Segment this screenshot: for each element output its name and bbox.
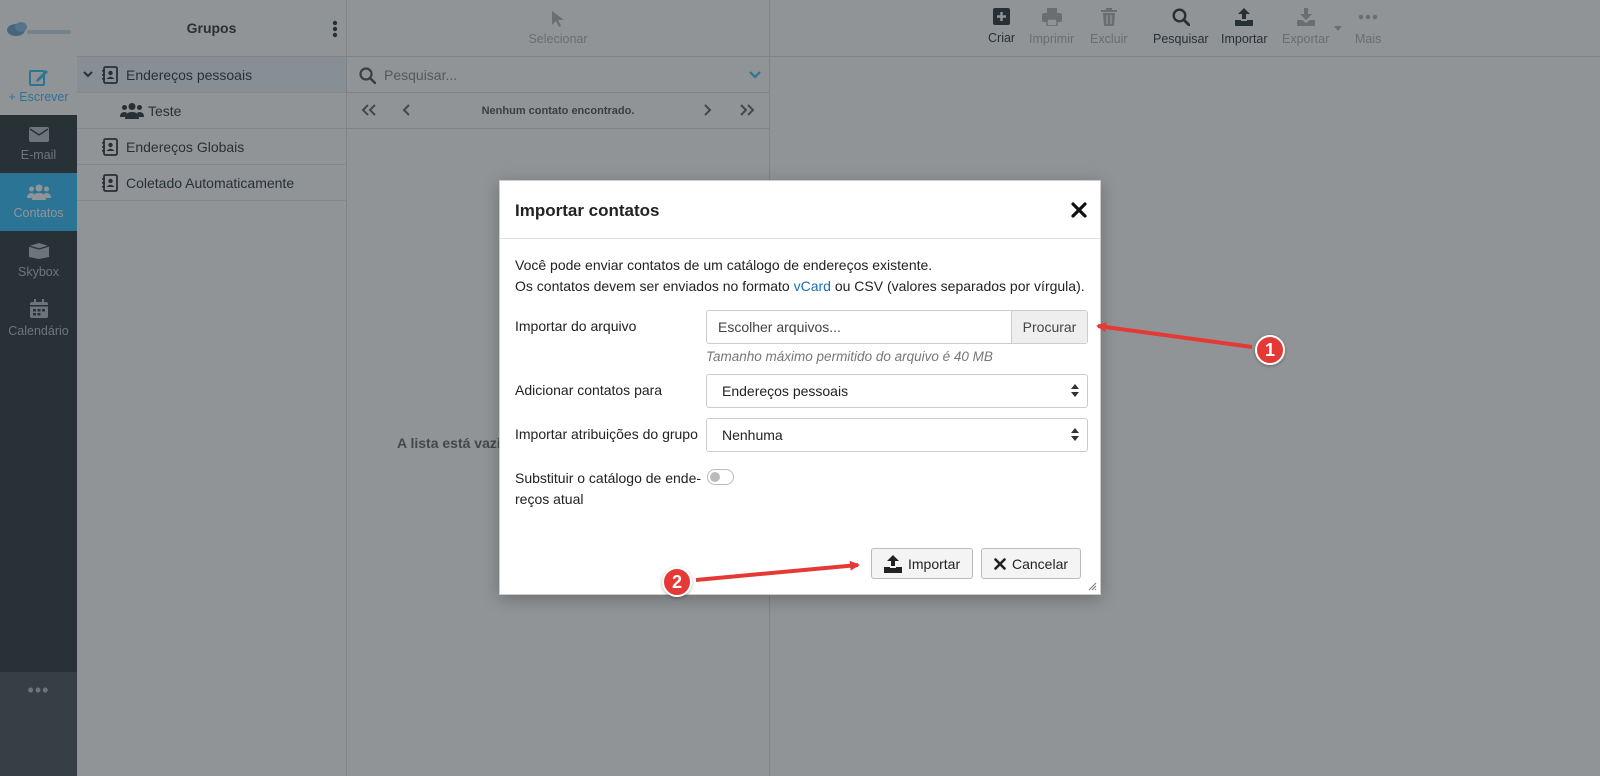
arrow-to-import — [695, 560, 860, 582]
annotation-arrows — [695, 322, 1253, 582]
annotation-badge-1: 1 — [1255, 335, 1285, 365]
arrow-to-browse — [1096, 322, 1253, 349]
annotation-badge-2: 2 — [662, 567, 692, 597]
